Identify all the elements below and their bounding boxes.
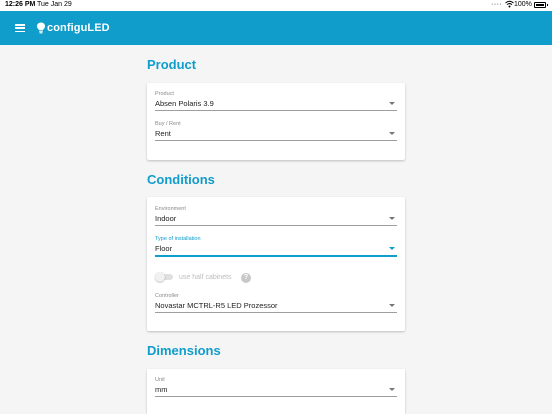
buy-rent-select[interactable]: Buy / Rent Rent [155, 121, 397, 141]
battery-icon [534, 2, 548, 8]
product-label: Product [155, 91, 174, 97]
section-title-product: Product [147, 57, 197, 72]
controller-label: Controller [155, 293, 179, 299]
battery-percent: 100% [514, 1, 532, 8]
wifi-icon [505, 0, 514, 8]
half-cabinets-toggle[interactable] [155, 272, 175, 282]
app-title: configuLED [47, 22, 110, 34]
half-cabinets-label: use half cabinets [179, 274, 232, 281]
signal-dots-icon: ···· [491, 1, 503, 8]
status-bar: 12:26 PM Tue Jan 29 ···· 100% [0, 0, 552, 11]
dropdown-arrow-icon [389, 102, 395, 105]
installation-type-value: Floor [155, 244, 173, 253]
unit-select[interactable]: Unit mm [155, 377, 397, 397]
product-value: Absen Polaris 3.9 [155, 99, 214, 108]
bulb-logo-icon [37, 22, 45, 34]
section-title-dimensions: Dimensions [147, 343, 221, 358]
buy-rent-value: Rent [155, 129, 171, 138]
app-bar: configuLED [0, 11, 552, 45]
status-date: Tue Jan 29 [37, 1, 72, 8]
dropdown-arrow-icon [389, 132, 395, 135]
environment-label: Environment [155, 206, 186, 212]
conditions-card: Environment Indoor Type of installation … [147, 197, 405, 331]
unit-value: mm [155, 385, 168, 394]
controller-value: Novastar MCTRL-R5 LED Prozessor [155, 301, 278, 310]
menu-icon[interactable] [15, 24, 25, 33]
dropdown-arrow-icon [389, 247, 395, 250]
environment-value: Indoor [155, 214, 177, 223]
installation-type-label: Type of installation [155, 236, 201, 242]
controller-select[interactable]: Controller Novastar MCTRL-R5 LED Prozess… [155, 293, 397, 313]
unit-label: Unit [155, 377, 165, 383]
environment-select[interactable]: Environment Indoor [155, 206, 397, 226]
product-card: Product Absen Polaris 3.9 Buy / Rent Ren… [147, 83, 405, 160]
dropdown-arrow-icon [389, 388, 395, 391]
section-title-conditions: Conditions [147, 172, 215, 187]
dimensions-card: Unit mm [147, 369, 405, 414]
status-time: 12:26 PM [5, 1, 36, 8]
help-icon[interactable]: ? [241, 273, 251, 283]
dropdown-arrow-icon [389, 304, 395, 307]
dropdown-arrow-icon [389, 217, 395, 220]
installation-type-select[interactable]: Type of installation Floor [155, 236, 397, 257]
buy-rent-label: Buy / Rent [155, 121, 181, 127]
product-select[interactable]: Product Absen Polaris 3.9 [155, 91, 397, 111]
